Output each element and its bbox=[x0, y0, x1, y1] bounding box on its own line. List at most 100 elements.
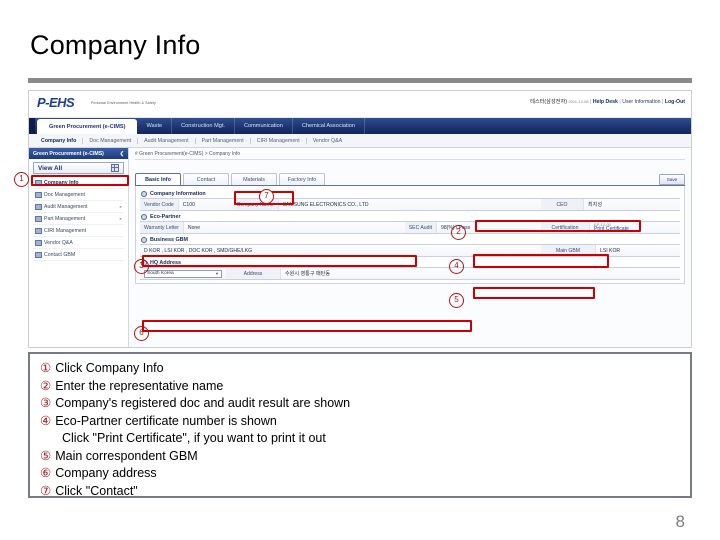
sidebar-item-part-management[interactable]: Part Management ▸ bbox=[33, 213, 124, 225]
annotation-marker-1: 1 bbox=[14, 172, 29, 187]
legend-text: Click "Contact" bbox=[55, 483, 138, 498]
sidebar-item-label: Audit Management bbox=[44, 203, 88, 210]
sidebar-menu: Company Info Doc Management Audit Manage… bbox=[33, 177, 124, 261]
account-name: 테스터(삼성전자) bbox=[530, 99, 567, 105]
business-gbm-value: D KOR , LSI KOR , DOC KOR , SMD/GHE/LKG bbox=[144, 247, 253, 254]
section-title-label: Business GBM bbox=[150, 237, 189, 243]
view-all-button[interactable]: View All bbox=[33, 162, 124, 174]
tab-factory-info[interactable]: Factory Info bbox=[279, 173, 325, 185]
chevron-right-icon: ▸ bbox=[119, 203, 122, 209]
annotation-marker-5: 5 bbox=[449, 293, 464, 308]
company-name-value: SAMSUNG ELECTRONICS CO., LTD bbox=[282, 201, 369, 208]
subnav-item-doc-management[interactable]: Doc Management bbox=[83, 137, 139, 144]
sub-navigation: Company Info Doc Management Audit Manage… bbox=[29, 134, 691, 148]
ceo-value[interactable]: 최지성 bbox=[584, 201, 680, 208]
legend-number: ⑤ bbox=[40, 448, 52, 463]
page-title: Company Info bbox=[30, 30, 201, 60]
annotation-box-1 bbox=[31, 175, 129, 186]
section-bullet-icon bbox=[141, 191, 147, 197]
save-button[interactable]: Save bbox=[659, 174, 685, 185]
vendor-code-label: Vendor Code bbox=[140, 199, 179, 210]
header-utility-links: 테스터(삼성전자) 2011-12-08 | Help Desk | User … bbox=[530, 98, 685, 105]
folder-icon bbox=[35, 251, 42, 258]
legend-text: Click Company Info bbox=[55, 361, 164, 375]
folder-icon bbox=[35, 215, 42, 222]
nav-left-edge bbox=[29, 118, 35, 134]
tab-contact[interactable]: Contact bbox=[183, 173, 229, 185]
nav-item-construction-mgt[interactable]: Construction Mgt. bbox=[172, 118, 235, 134]
slide: Company Info P-EHS Personal Environment … bbox=[0, 0, 720, 540]
user-information-link[interactable]: User Information bbox=[622, 99, 660, 105]
chevron-left-icon[interactable]: ❮ bbox=[120, 151, 124, 157]
content-tabs: Basic Info Contact Materials Factory Inf… bbox=[135, 172, 685, 185]
nav-item-chemical-association[interactable]: Chemical Association bbox=[293, 118, 366, 134]
sidebar-item-audit-management[interactable]: Audit Management ▸ bbox=[33, 201, 124, 213]
logout-link[interactable]: Log-Out bbox=[665, 99, 685, 105]
annotation-box-5 bbox=[473, 287, 595, 299]
nav-item-waste[interactable]: Waste bbox=[137, 118, 173, 134]
section-company-information: Company Information bbox=[141, 191, 680, 197]
section-title-label: Company Information bbox=[150, 191, 206, 197]
sec-audit-label: SEC Audit bbox=[404, 222, 437, 233]
subnav-item-company-info[interactable]: Company Info bbox=[35, 137, 84, 144]
help-desk-link[interactable]: Help Desk bbox=[593, 99, 618, 105]
subnav-item-audit-management[interactable]: Audit Management bbox=[138, 137, 196, 144]
legend-item: ③ Company's registered doc and audit res… bbox=[40, 395, 680, 413]
country-select[interactable]: South Korea ▼ bbox=[144, 269, 222, 278]
legend-text: Company's registered doc and audit resul… bbox=[55, 396, 351, 410]
sidebar-item-label: Contact GBM bbox=[44, 251, 76, 258]
grid-icon bbox=[111, 164, 119, 172]
sidebar-item-doc-management[interactable]: Doc Management bbox=[33, 189, 124, 201]
warranty-letter-label: Warranty Letter bbox=[140, 222, 184, 233]
ceo-label: CEO bbox=[541, 199, 584, 210]
view-all-label: View All bbox=[38, 164, 63, 172]
section-title-label: Eco-Partner bbox=[150, 214, 181, 220]
subnav-item-ciri-management[interactable]: CIRI Management bbox=[251, 137, 307, 144]
main-gbm-value: LSI KOR bbox=[600, 247, 621, 254]
content-area: # Green Procurement(e-CIMS) > Company In… bbox=[129, 148, 691, 347]
legend-item-sub: Click "Print Certificate", if you want t… bbox=[40, 430, 680, 448]
annotation-box-4 bbox=[473, 254, 609, 268]
app-logo-subtitle: Personal Environment Health & Safety bbox=[91, 101, 156, 105]
sidebar-item-label: Part Management bbox=[44, 215, 86, 222]
sidebar-item-contact-gbm[interactable]: Contact GBM bbox=[33, 249, 124, 261]
subnav-item-part-management[interactable]: Part Management bbox=[196, 137, 251, 144]
breadcrumb-divider bbox=[135, 159, 685, 160]
legend-item: ④ Eco-Partner certificate number is show… bbox=[40, 413, 680, 431]
breadcrumb: # Green Procurement(e-CIMS) > Company In… bbox=[135, 151, 241, 157]
folder-icon bbox=[35, 227, 42, 234]
nav-item-green-procurement[interactable]: Green Procurement (e-CIMS) bbox=[37, 119, 138, 134]
chevron-down-icon: ▼ bbox=[215, 271, 219, 276]
folder-icon bbox=[35, 203, 42, 210]
section-bullet-icon bbox=[141, 214, 147, 220]
app-header: P-EHS Personal Environment Health & Safe… bbox=[29, 91, 691, 118]
annotation-marker-3: 3 bbox=[134, 259, 149, 274]
tab-basic-info[interactable]: Basic Info bbox=[135, 173, 181, 185]
sidebar-item-label: Doc Management bbox=[44, 191, 85, 198]
annotation-marker-6: 6 bbox=[134, 326, 149, 341]
legend-number: ⑦ bbox=[40, 483, 52, 498]
legend-item: ⑦ Click "Contact" bbox=[40, 483, 680, 501]
legend-text: Enter the representative name bbox=[55, 378, 224, 393]
legend-number: ① bbox=[40, 361, 52, 375]
folder-icon bbox=[35, 191, 42, 198]
tab-materials[interactable]: Materials bbox=[231, 173, 277, 185]
address-value[interactable]: 수원시 영통구 매탄동 bbox=[281, 270, 680, 277]
warranty-letter-value: None bbox=[187, 224, 201, 231]
section-bullet-icon bbox=[141, 237, 147, 243]
sidebar-item-label: CIRI Management bbox=[44, 227, 87, 234]
nav-item-communication[interactable]: Communication bbox=[235, 118, 293, 134]
annotation-marker-2: 2 bbox=[451, 225, 466, 240]
hq-address-row: South Korea ▼ Address 수원시 영통구 매탄동 bbox=[140, 267, 680, 280]
basic-info-panel: Company Information Vendor Code C100 Com… bbox=[135, 186, 685, 284]
sidebar-item-ciri-management[interactable]: CIRI Management bbox=[33, 225, 124, 237]
sidebar-item-vendor-qa[interactable]: Vendor Q&A bbox=[33, 237, 124, 249]
address-label: Address bbox=[226, 268, 281, 279]
country-select-value: South Korea bbox=[147, 271, 174, 276]
account-id: 2011-12-08 bbox=[568, 99, 589, 104]
page-number: 8 bbox=[675, 512, 685, 531]
legend-item: ⑥ Company address bbox=[40, 465, 680, 483]
company-information-row: Vendor Code C100 Company Name SAMSUNG EL… bbox=[140, 198, 680, 211]
subnav-item-vendor-qa[interactable]: Vendor Q&A bbox=[307, 138, 348, 144]
legend-text: Company address bbox=[55, 466, 157, 480]
